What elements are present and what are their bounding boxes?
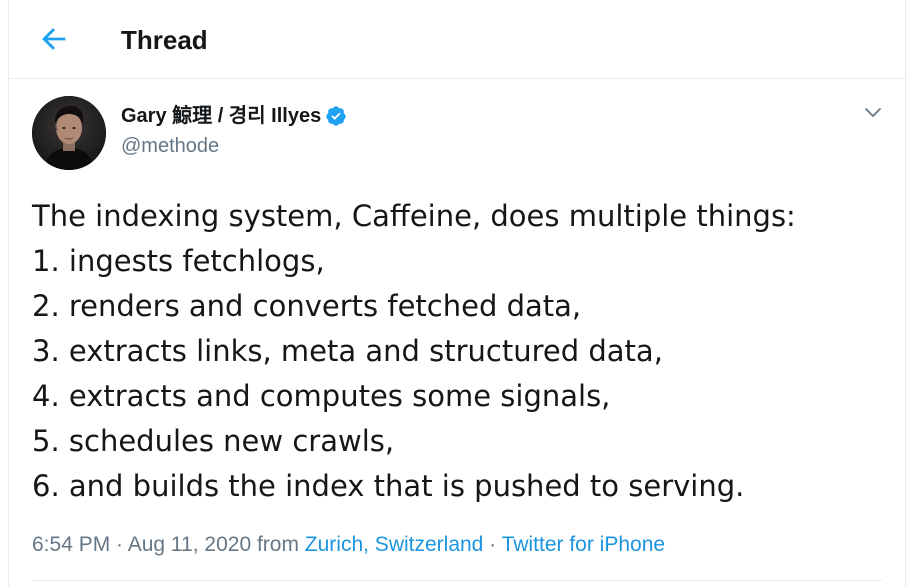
author-name-text: Gary 鯨理 / 경리 Illyes [121,105,322,127]
author-display-name[interactable]: Gary 鯨理 / 경리 Illyes [121,102,347,130]
thread-header: Thread [9,0,905,79]
divider [32,580,882,581]
tweet-date-link[interactable]: Aug 11, 2020 [128,533,251,556]
avatar[interactable] [32,96,106,170]
tweet-text-line: 6. and builds the index that is pushed t… [32,469,745,503]
meta-separator: · [110,533,128,556]
tweet-text-line: 4. extracts and computes some signals, [32,379,611,413]
tweet-menu-button[interactable] [861,100,885,124]
page-title: Thread [121,25,208,55]
chevron-down-icon [865,108,881,117]
meta-from-label: from [251,533,305,556]
meta-separator: · [483,533,502,556]
location-link[interactable]: Zurich, Switzerland [305,533,484,556]
source-link[interactable]: Twitter for iPhone [502,533,665,556]
arrow-left-icon [42,28,66,50]
tweet-text-line: 3. extracts links, meta and structured d… [32,334,663,368]
tweet-time-link[interactable]: 6:54 PM [32,533,110,556]
avatar-photo [32,96,106,170]
tweet-meta: 6:54 PM · Aug 11, 2020 from Zurich, Swit… [32,530,665,560]
tweet-text-line: The indexing system, Caffeine, does mult… [32,199,796,233]
back-button[interactable] [37,22,71,56]
tweet-text-line: 2. renders and converts fetched data, [32,289,582,323]
tweet-text-line: 5. schedules new crawls, [32,424,395,458]
author-handle[interactable]: @methode [121,132,219,160]
verified-badge-icon [325,105,347,127]
tweet-text-line: 1. ingests fetchlogs, [32,244,325,278]
thread-panel: Thread Gary 鯨理 / 경리 Illyes @methode The … [8,0,906,587]
tweet-text: The indexing system, Caffeine, does mult… [32,194,892,509]
